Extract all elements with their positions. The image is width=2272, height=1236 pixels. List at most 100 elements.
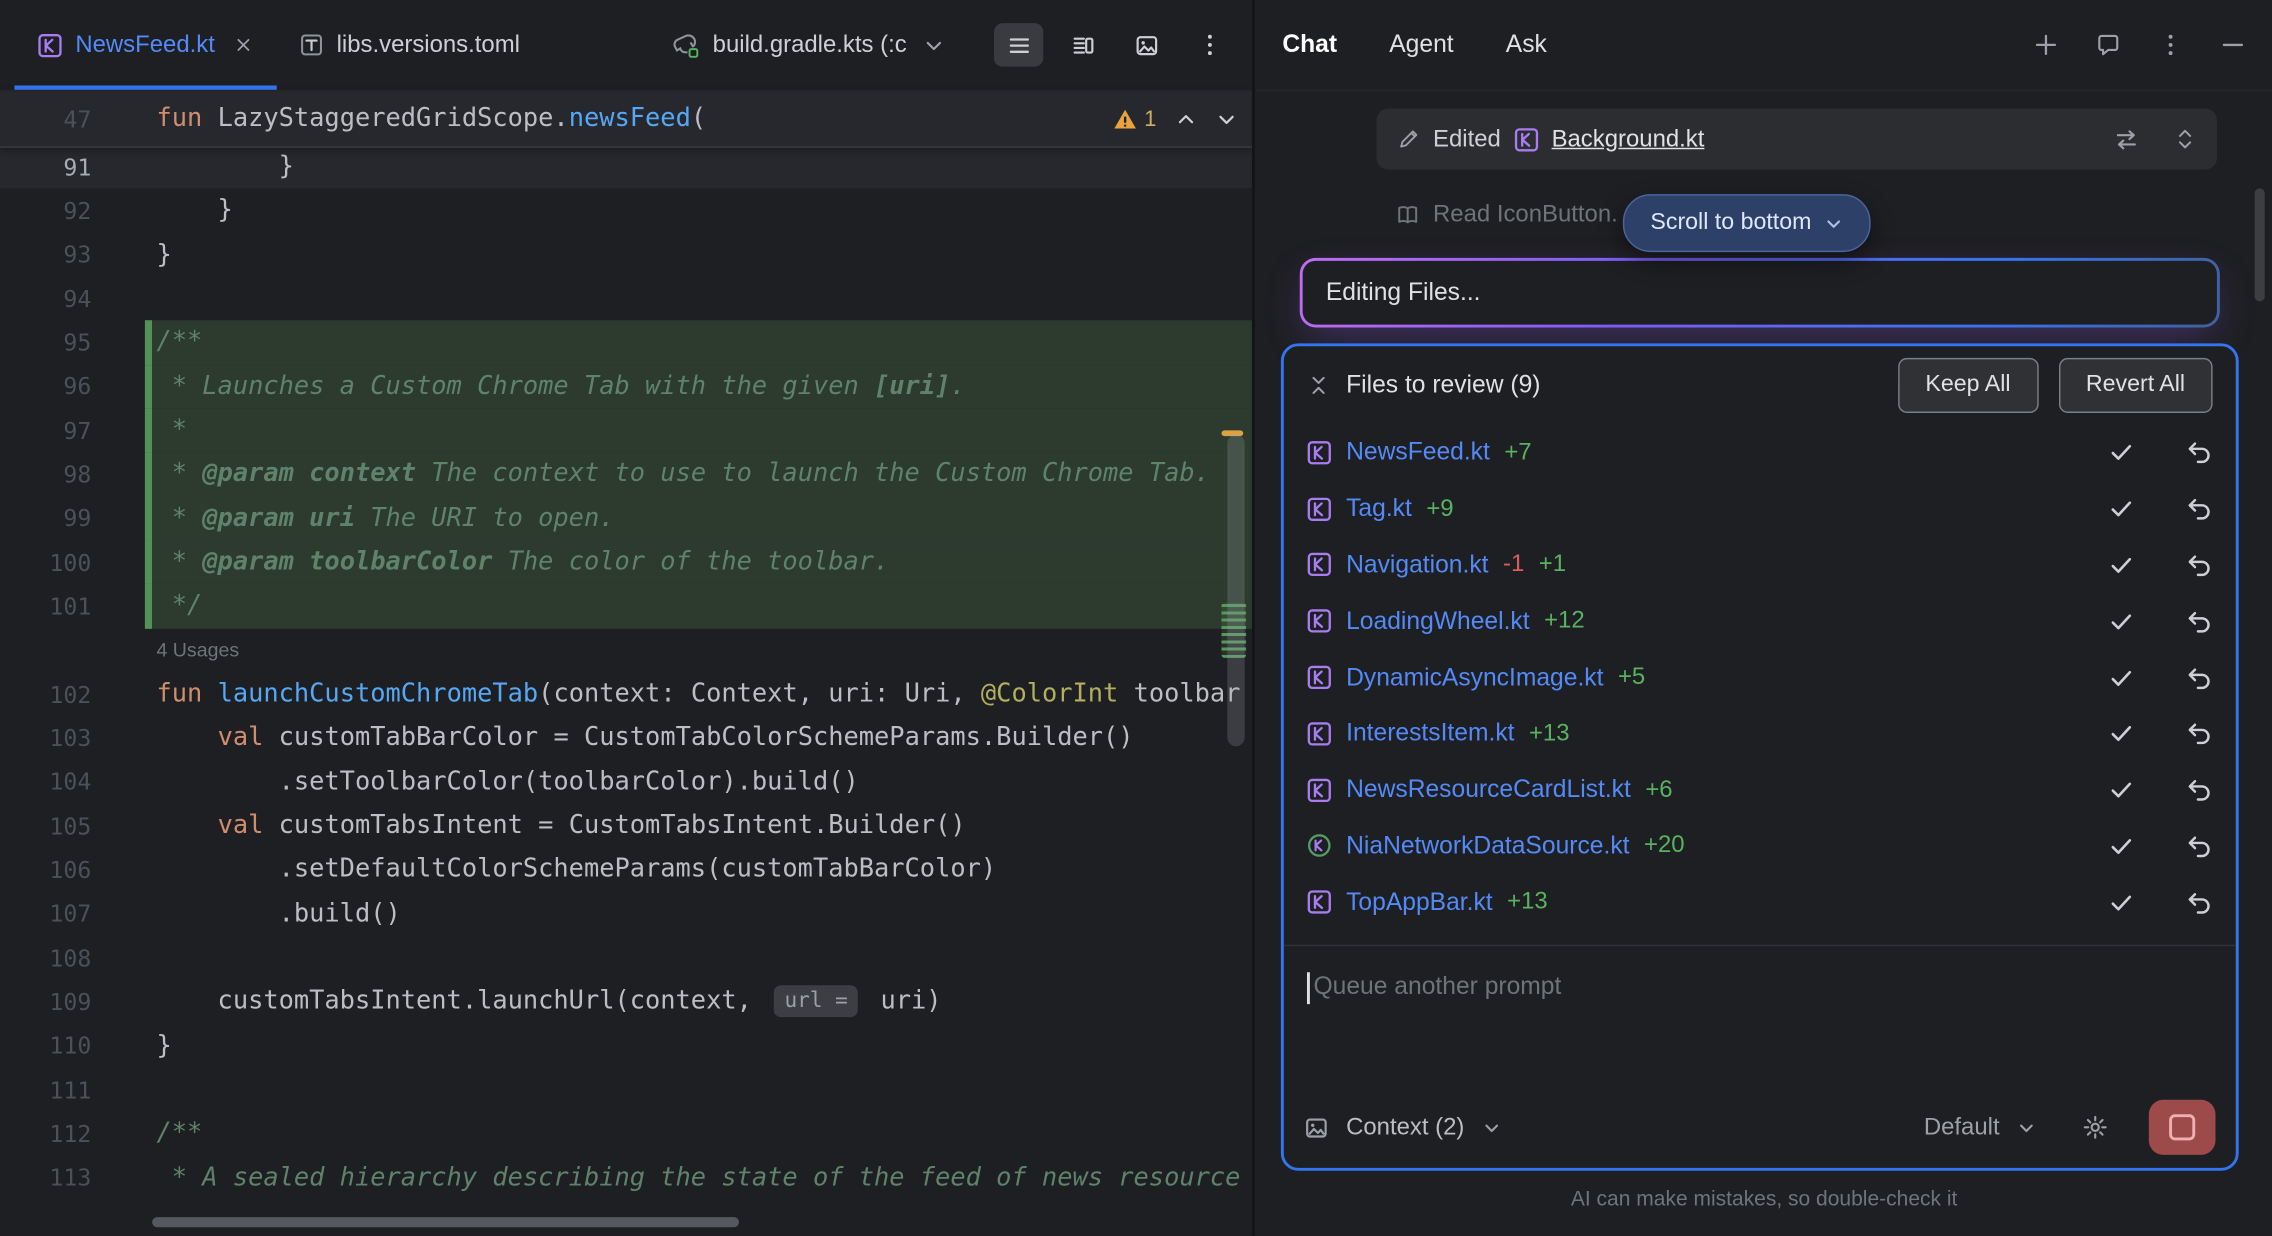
chat-history-icon[interactable] [2095, 32, 2121, 58]
stop-button[interactable] [2149, 1100, 2216, 1155]
file-link[interactable]: Tag.kt [1346, 494, 1412, 523]
tab-chat[interactable]: Chat [1282, 30, 1337, 59]
context-selector[interactable]: Context (2) [1346, 1114, 1464, 1142]
accept-file-icon[interactable] [2108, 833, 2134, 859]
chat-more-icon[interactable] [2158, 32, 2184, 58]
editor-more-button[interactable] [1185, 23, 1234, 66]
code-area[interactable]: 91 }92 }93}9495/**96 * Launches a Custom… [0, 145, 1252, 1200]
scroll-to-bottom-button[interactable]: Scroll to bottom [1623, 194, 1871, 252]
code-line[interactable]: 99 * @param uri The URI to open. [0, 496, 1252, 540]
context-chevron-icon[interactable] [1482, 1118, 1501, 1137]
file-review-row[interactable]: TopAppBar.kt+13 [1284, 874, 2236, 930]
keep-all-button[interactable]: Keep All [1898, 358, 2038, 413]
code-line[interactable]: 101 */ [0, 584, 1252, 628]
structure-view-button[interactable] [1058, 23, 1107, 66]
revert-file-icon[interactable] [2187, 721, 2213, 747]
editor-vertical-scrollbar[interactable] [1227, 435, 1244, 747]
accept-file-icon[interactable] [2108, 721, 2134, 747]
code-line[interactable]: 95/** [0, 321, 1252, 365]
next-problem-icon[interactable] [1216, 108, 1238, 130]
revert-file-icon[interactable] [2187, 552, 2213, 578]
code-line[interactable]: 105 val customTabsIntent = CustomTabsInt… [0, 804, 1252, 848]
revert-file-icon[interactable] [2187, 777, 2213, 803]
revert-file-icon[interactable] [2187, 440, 2213, 466]
file-link[interactable]: LoadingWheel.kt [1346, 607, 1529, 636]
editor-list-toggle-button[interactable] [994, 23, 1043, 66]
tab-build-gradle-kts[interactable]: build.gradle.kts (:c [647, 0, 967, 90]
code-line[interactable]: 96 * Launches a Custom Chrome Tab with t… [0, 365, 1252, 409]
accept-file-icon[interactable] [2108, 608, 2134, 634]
code-line[interactable]: 98 * @param context The context to use t… [0, 453, 1252, 497]
revert-file-icon[interactable] [2187, 889, 2213, 915]
code-line[interactable]: 109 customTabsIntent.launchUrl(context, … [0, 980, 1252, 1024]
attach-image-icon[interactable] [1304, 1115, 1329, 1140]
close-tab-icon[interactable] [234, 35, 254, 55]
model-selector[interactable]: Default [1924, 1114, 2000, 1142]
accept-file-icon[interactable] [2108, 664, 2134, 690]
file-link[interactable]: DynamicAsyncImage.kt [1346, 663, 1603, 692]
file-review-row[interactable]: NewsFeed.kt+7 [1284, 425, 2236, 481]
code-line[interactable]: 100 * @param toolbarColor The color of t… [0, 540, 1252, 584]
edited-file-card[interactable]: Edited Background.kt [1377, 109, 2217, 170]
accept-file-icon[interactable] [2108, 889, 2134, 915]
code-line[interactable]: 110} [0, 1024, 1252, 1068]
code-line[interactable]: 103 val customTabBarColor = CustomTabCol… [0, 716, 1252, 760]
code-line[interactable]: 93} [0, 233, 1252, 277]
warning-icon[interactable] [1112, 107, 1137, 132]
usages-hint[interactable]: 4 Usages [156, 639, 239, 661]
file-review-row[interactable]: InterestsItem.kt+13 [1284, 706, 2236, 762]
accept-file-icon[interactable] [2108, 496, 2134, 522]
show-diff-icon[interactable] [2114, 127, 2139, 152]
file-review-row[interactable]: NiaNetworkDataSource.kt+20 [1284, 818, 2236, 874]
prev-problem-icon[interactable] [1175, 108, 1197, 130]
file-review-row[interactable]: NewsResourceCardList.kt+6 [1284, 762, 2236, 818]
file-link[interactable]: NewsFeed.kt [1346, 438, 1490, 467]
code-line[interactable]: 113 * A sealed hierarchy describing the … [0, 1156, 1252, 1200]
code-line[interactable]: 94 [0, 277, 1252, 321]
tab-libs-versions-toml[interactable]: libs.versions.toml [277, 0, 543, 90]
code-line[interactable]: 102fun launchCustomChromeTab(context: Co… [0, 672, 1252, 716]
code-line[interactable]: 92 } [0, 189, 1252, 233]
tab-agent[interactable]: Agent [1389, 30, 1453, 59]
chat-vertical-scrollbar[interactable] [2255, 188, 2265, 301]
file-review-row[interactable]: LoadingWheel.kt+12 [1284, 593, 2236, 649]
revert-file-icon[interactable] [2187, 833, 2213, 859]
code-line[interactable]: 108 [0, 936, 1252, 980]
model-chevron-icon[interactable] [2017, 1118, 2036, 1137]
read-file-row[interactable]: Read IconButton. [1395, 201, 1617, 229]
file-review-row[interactable]: Tag.kt+9 [1284, 481, 2236, 537]
file-link[interactable]: NiaNetworkDataSource.kt [1346, 832, 1629, 861]
accept-file-icon[interactable] [2108, 777, 2134, 803]
accept-file-icon[interactable] [2108, 440, 2134, 466]
tab-newsfeed-kt[interactable]: NewsFeed.kt [14, 0, 277, 90]
expand-card-icon[interactable] [2173, 128, 2196, 151]
code-line[interactable]: 112/** [0, 1112, 1252, 1156]
revert-file-icon[interactable] [2187, 496, 2213, 522]
accept-file-icon[interactable] [2108, 552, 2134, 578]
tab-ask[interactable]: Ask [1506, 30, 1547, 59]
code-line[interactable]: 107 .build() [0, 892, 1252, 936]
file-review-row[interactable]: DynamicAsyncImage.kt+5 [1284, 649, 2236, 705]
hidden-tabs-chevron-icon[interactable] [923, 34, 945, 56]
code-line[interactable]: 97 * [0, 409, 1252, 453]
file-review-row[interactable]: Navigation.kt-1+1 [1284, 537, 2236, 593]
revert-all-button[interactable]: Revert All [2058, 358, 2212, 413]
file-link[interactable]: TopAppBar.kt [1346, 888, 1493, 917]
new-chat-icon[interactable] [2033, 32, 2059, 58]
prompt-input[interactable]: Queue another prompt [1284, 946, 2236, 1086]
code-line[interactable]: 111 [0, 1068, 1252, 1112]
code-line[interactable]: 91 } [0, 145, 1252, 189]
preview-button[interactable] [1122, 23, 1171, 66]
file-link[interactable]: InterestsItem.kt [1346, 719, 1514, 748]
code-line[interactable]: 106 .setDefaultColorSchemeParams(customT… [0, 848, 1252, 892]
code-line[interactable]: 104 .setToolbarColor(toolbarColor).build… [0, 760, 1252, 804]
revert-file-icon[interactable] [2187, 664, 2213, 690]
collapse-icon[interactable] [1307, 374, 1330, 397]
revert-file-icon[interactable] [2187, 608, 2213, 634]
file-link[interactable]: Navigation.kt [1346, 551, 1488, 580]
hide-panel-icon[interactable] [2220, 32, 2246, 58]
settings-gear-icon[interactable] [2082, 1114, 2108, 1140]
edited-file-link[interactable]: Background.kt [1552, 125, 1705, 153]
editor-horizontal-scrollbar[interactable] [152, 1217, 739, 1227]
file-link[interactable]: NewsResourceCardList.kt [1346, 775, 1631, 804]
